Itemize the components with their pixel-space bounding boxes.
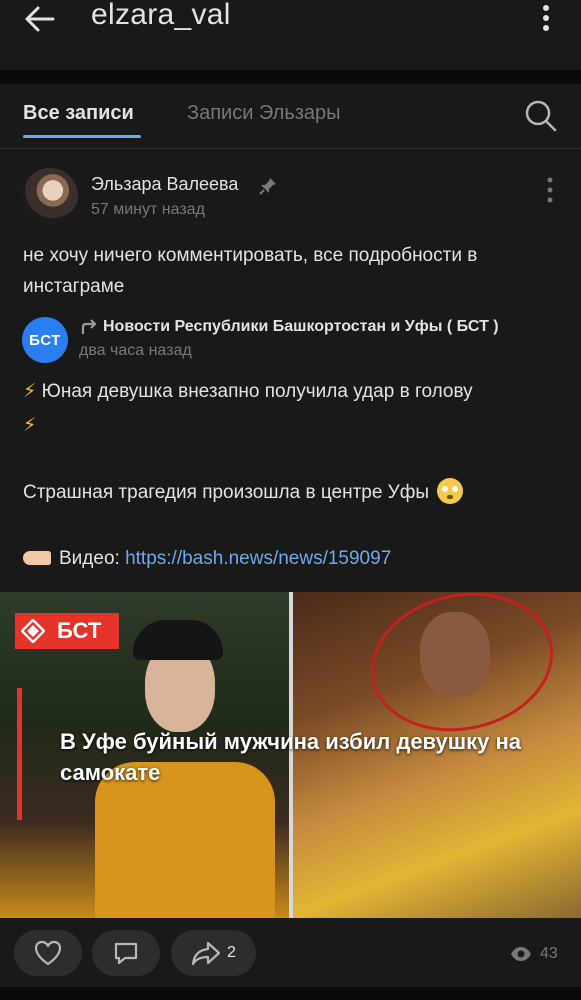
bottom-separator (0, 987, 581, 1000)
like-button[interactable] (14, 930, 82, 976)
back-button[interactable] (22, 2, 58, 36)
section-separator (0, 70, 581, 84)
share-button[interactable]: 2 (171, 930, 256, 976)
search-button[interactable] (523, 98, 559, 134)
lightning-icon: ⚡ (23, 381, 37, 402)
lightning-icon: ⚡ (23, 415, 37, 436)
eye-icon (511, 947, 531, 961)
menu-button[interactable] (534, 3, 558, 33)
repost-source-name[interactable]: Новости Республики Башкортостан и Уфы ( … (103, 318, 499, 336)
pin-icon (258, 176, 278, 196)
repost-line: ⚡ Юная девушка внезапно получила удар в … (23, 381, 473, 402)
views-counter: 43 (510, 944, 558, 964)
post-menu-button[interactable] (540, 176, 560, 204)
arrow-left-icon (25, 6, 55, 32)
tab-owner-posts[interactable]: Записи Эльзары (187, 102, 341, 125)
repost-line: Видео: https://bash.news/news/159097 (23, 541, 391, 577)
share-count: 2 (227, 944, 236, 961)
wall-card: Все записи Записи Эльзары Эльзара Валеев… (0, 84, 581, 1000)
pointing-hand-icon (23, 551, 51, 565)
active-tab-indicator (23, 135, 141, 138)
post-media-image[interactable]: БСТ В Уфе буйный мужчина избил девушку н… (0, 592, 581, 918)
top-bar: elzara_val (0, 0, 581, 70)
page-title: elzara_val (91, 0, 231, 31)
heart-icon (34, 940, 62, 966)
author-name[interactable]: Эльзара Валеева (91, 174, 238, 195)
flushed-face-icon (437, 478, 464, 504)
comment-icon (114, 942, 138, 965)
kebab-icon (543, 5, 549, 31)
repost-icon (79, 318, 99, 336)
video-link[interactable]: https://bash.news/news/159097 (125, 548, 391, 569)
kebab-icon (547, 177, 553, 203)
post-time: 57 минут назад (91, 201, 205, 218)
views-count: 43 (540, 945, 558, 962)
tab-all-posts[interactable]: Все записи (23, 102, 134, 125)
comment-button[interactable] (92, 930, 160, 976)
wall-tabs: Все записи Записи Эльзары (0, 84, 581, 148)
search-icon (525, 100, 557, 132)
repost-source-avatar[interactable]: БСТ (22, 317, 68, 363)
accent-bar (17, 688, 22, 820)
repost-line: Страшная трагедия произошла в центре Уфы (23, 475, 464, 511)
media-headline: В Уфе буйный мужчина избил девушку на са… (60, 729, 521, 785)
brand-logo: БСТ (15, 613, 119, 649)
repost-line: ⚡ (23, 408, 36, 444)
repost-time: два часа назад (79, 342, 192, 359)
share-icon (191, 941, 221, 966)
brand-mark-icon (21, 619, 45, 643)
post-text: не хочу ничего комментировать, все подро… (23, 245, 478, 297)
divider (0, 148, 581, 149)
author-avatar[interactable] (22, 168, 78, 224)
